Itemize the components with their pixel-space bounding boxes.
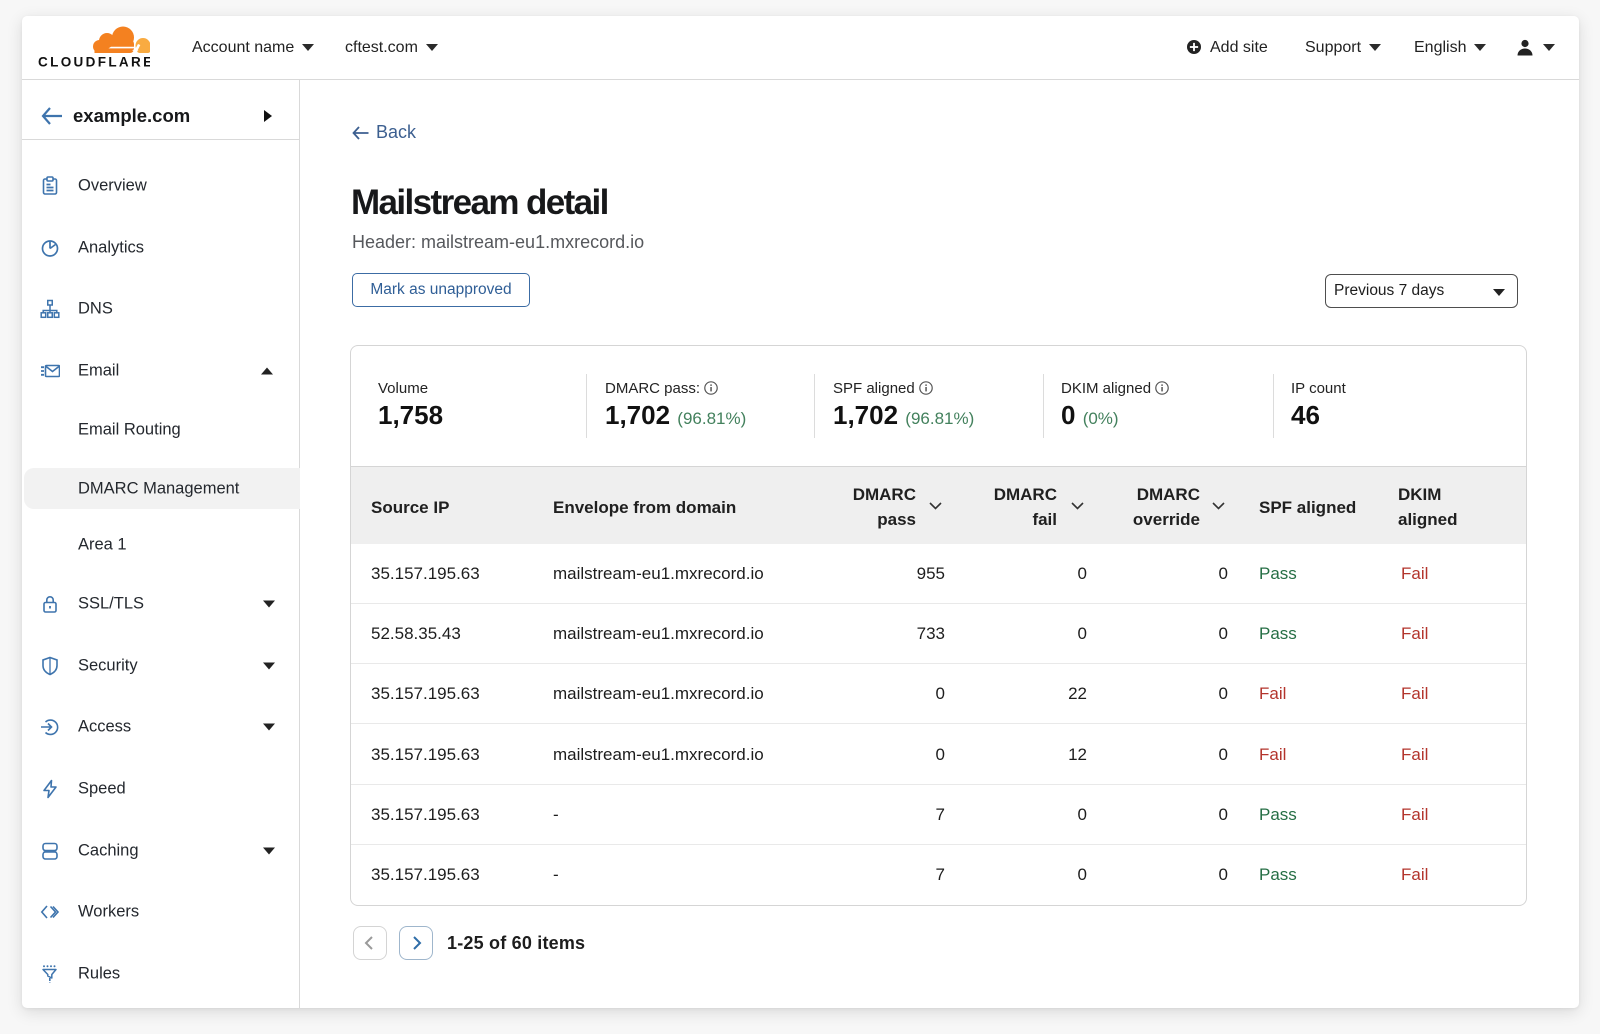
- svg-text:CLOUDFLARE: CLOUDFLARE: [38, 55, 150, 70]
